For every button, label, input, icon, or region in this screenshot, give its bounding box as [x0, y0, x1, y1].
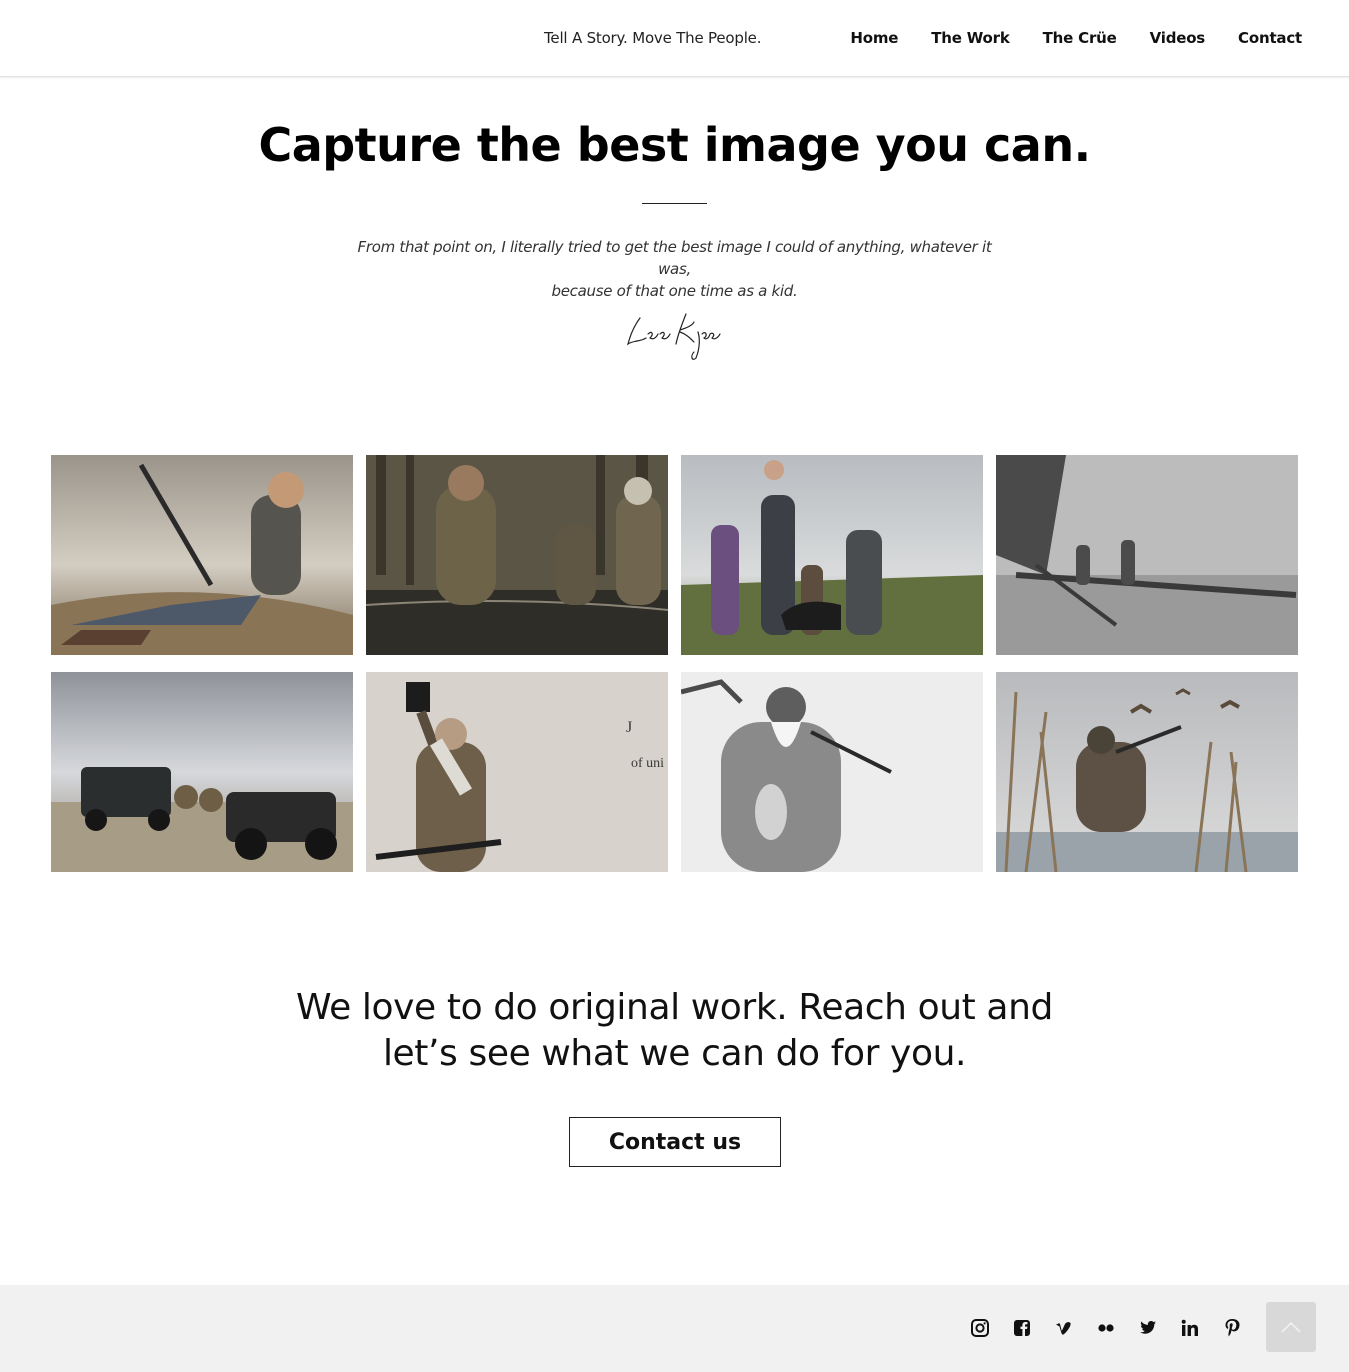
social-links: [968, 1316, 1262, 1340]
hero-title: Capture the best image you can.: [258, 118, 1091, 172]
nav-the-crue[interactable]: The Crüe: [1043, 29, 1117, 47]
nav-the-work[interactable]: The Work: [931, 29, 1010, 47]
quote-line-1: From that point on, I literally tried to…: [357, 238, 992, 278]
duck-hunters-in-swamp-photo[interactable]: [366, 455, 668, 655]
pinterest-icon[interactable]: [1220, 1316, 1244, 1340]
hunter-shooting-ducks-photo[interactable]: [996, 672, 1298, 872]
nav-contact[interactable]: Contact: [1238, 29, 1302, 47]
quote-line-2: because of that one time as a kid.: [551, 282, 798, 300]
facebook-icon[interactable]: [1010, 1316, 1034, 1340]
utility-vehicles-on-field-photo[interactable]: [51, 672, 353, 872]
nav-home[interactable]: Home: [850, 29, 898, 47]
cta-line-2: let’s see what we can do for you.: [382, 1033, 967, 1074]
family-walking-with-dog-photo[interactable]: [681, 455, 983, 655]
chevron-up-icon: [1281, 1321, 1301, 1333]
hunters-on-fallen-tree-photo[interactable]: [996, 455, 1298, 655]
flickr-icon[interactable]: [1094, 1316, 1118, 1340]
title-divider: [642, 203, 707, 204]
bearded-man-with-ducks-photo[interactable]: [681, 672, 983, 872]
linkedin-icon[interactable]: [1178, 1316, 1202, 1340]
man-raising-book-photo[interactable]: J of uni: [366, 672, 668, 872]
cta-line-1: We love to do original work. Reach out a…: [296, 987, 1053, 1028]
svg-text:J: J: [626, 719, 632, 736]
site-header: Tell A Story. Move The People. Home The …: [0, 0, 1349, 77]
svg-text:of uni: of uni: [631, 756, 664, 771]
contact-us-button[interactable]: Contact us: [569, 1117, 781, 1167]
site-tagline: Tell A Story. Move The People.: [544, 29, 762, 47]
cta-heading: We love to do original work. Reach out a…: [0, 985, 1349, 1077]
twitter-icon[interactable]: [1136, 1316, 1160, 1340]
scroll-to-top-button[interactable]: [1266, 1302, 1316, 1352]
woman-with-bow-on-hay-photo[interactable]: [51, 455, 353, 655]
vimeo-icon[interactable]: [1052, 1316, 1076, 1340]
instagram-icon[interactable]: [968, 1316, 992, 1340]
hero-quote: From that point on, I literally tried to…: [340, 236, 1009, 302]
signature-image: [627, 313, 721, 360]
main-nav: Home The Work The Crüe Videos Contact: [817, 29, 1302, 47]
nav-videos[interactable]: Videos: [1150, 29, 1206, 47]
